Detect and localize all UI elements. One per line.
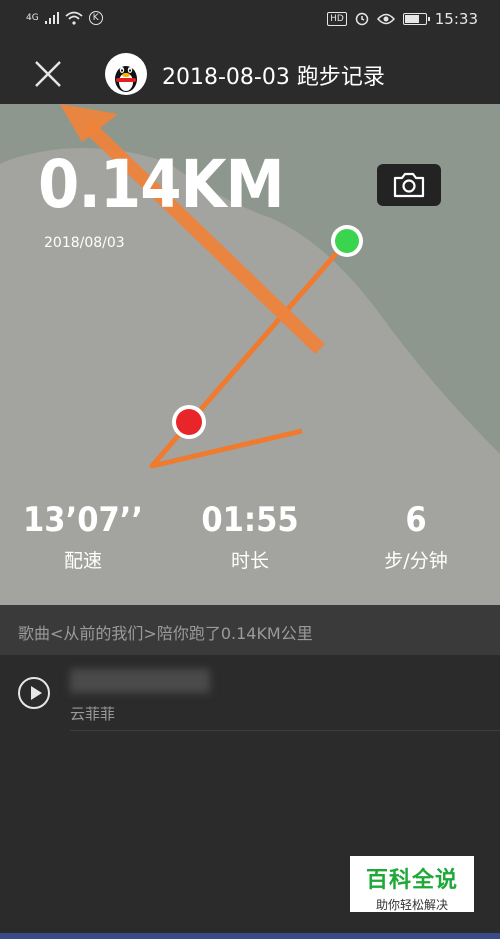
watermark-subtitle: 助你轻松解决: [375, 898, 448, 912]
cadence-value: 6: [405, 500, 427, 540]
k-badge: K: [88, 11, 103, 25]
signal-icon: [44, 12, 59, 24]
close-icon[interactable]: [30, 56, 66, 92]
data-saver-icon: [355, 12, 369, 26]
duration-label: 时长: [230, 550, 269, 572]
camera-button[interactable]: [377, 164, 441, 206]
play-icon[interactable]: [18, 677, 50, 709]
stat-cadence: 6 步/分钟: [341, 500, 491, 573]
bottom-edge-bar: [0, 933, 500, 939]
qq-penguin-avatar: [105, 53, 147, 95]
pace-value: 13’07’’: [23, 500, 143, 540]
song-item[interactable]: 云菲菲: [0, 655, 500, 731]
cadence-label: 步/分钟: [384, 550, 448, 572]
song-banner: 歌曲<从前的我们>陪你跑了0.14KM公里: [0, 605, 500, 655]
run-distance: 0.14KM: [38, 146, 285, 223]
song-title-blurred: [70, 669, 210, 693]
eye-icon: [376, 13, 395, 25]
hd-badge: HD: [327, 12, 347, 26]
song-artist: 云菲菲: [70, 705, 116, 723]
pace-label: 配速: [63, 550, 102, 572]
watermark-logo: 百科全说 助你轻松解决: [350, 856, 474, 912]
stat-pace: 13’07’’ 配速: [8, 500, 158, 573]
nav-bar: 2018-08-03 跑步记录: [0, 42, 500, 104]
watermark-title: 百科全说: [365, 868, 458, 893]
run-date: 2018/08/03: [44, 235, 125, 251]
duration-value: 01:55: [201, 500, 299, 540]
page-title: 2018-08-03 跑步记录: [162, 65, 385, 90]
map-view[interactable]: 0.14KM 2018/08/03 13’07’’ 配速 01:55 时长 6 …: [0, 104, 500, 605]
wifi-icon: [65, 11, 83, 25]
divider: [70, 730, 500, 731]
stat-duration: 01:55 时长: [175, 500, 325, 573]
status-bar: 4G K HD 15:33: [0, 0, 500, 42]
status-time: 15:33: [434, 10, 478, 28]
battery-icon: [402, 13, 430, 25]
song-banner-text: 歌曲<从前的我们>陪你跑了0.14KM公里: [18, 624, 313, 643]
network-type: 4G: [26, 13, 39, 23]
camera-icon: [393, 172, 425, 198]
